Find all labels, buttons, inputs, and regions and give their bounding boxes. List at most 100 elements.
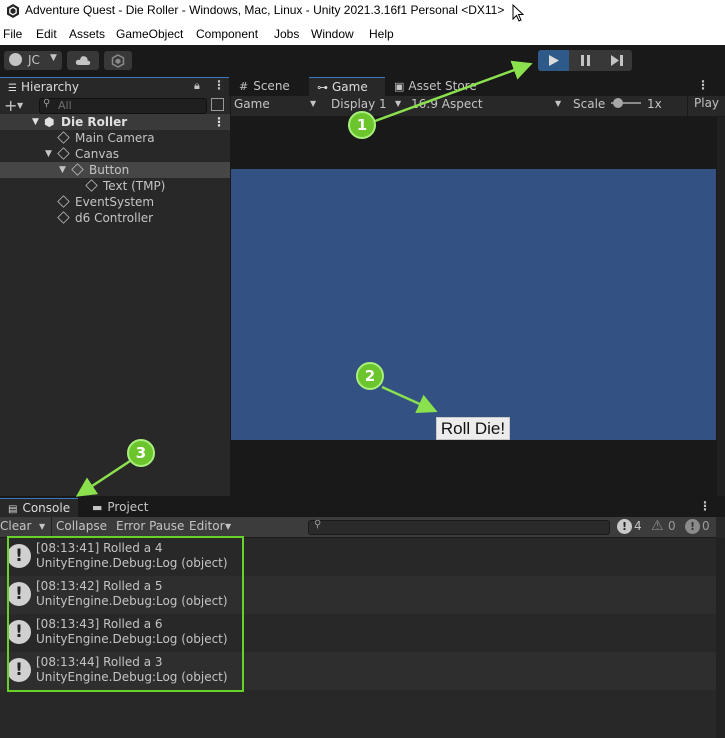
hierarchy-item[interactable]: d6 Controller [0, 210, 230, 226]
search-placeholder: All [58, 99, 72, 112]
search-icon: ⚲ [43, 98, 51, 109]
play-focused-dropdown[interactable]: Play [687, 96, 725, 116]
editor-dropdown[interactable]: Editor [189, 519, 225, 533]
menu-assets[interactable]: Assets [69, 27, 105, 41]
play-button[interactable] [538, 50, 569, 71]
error-pause-toggle[interactable]: Error Pause [116, 519, 184, 533]
log-entries-highlight [7, 536, 244, 692]
mouse-cursor-icon [512, 4, 524, 22]
scale-value: 1x [647, 97, 662, 111]
lock-icon[interactable]: 🔒︎ [194, 79, 200, 93]
aspect-dropdown[interactable]: 16:9 Aspect ▼ [411, 97, 564, 114]
hierarchy-panel: ☰ Hierarchy 🔒︎ ⋮ + ▼ ⚲ All ▼ ⬢ Die Roller… [0, 76, 230, 496]
clear-button[interactable]: Clear [0, 519, 31, 533]
step-button[interactable] [601, 50, 632, 71]
console-icon: ▤ [8, 504, 18, 515]
collab-icon [111, 54, 125, 68]
gameobject-icon [71, 163, 84, 176]
toolbar-divider [51, 517, 52, 537]
console-search-input[interactable]: ⚲ [308, 519, 610, 535]
error-count: 0 [702, 519, 710, 533]
menu-edit[interactable]: Edit [36, 27, 57, 41]
gamepad-icon: ⊶ [317, 81, 328, 94]
playmode-controls [538, 50, 632, 71]
tab-game[interactable]: ⊶ Game [309, 77, 385, 96]
folder-icon: ▬ [92, 501, 103, 514]
console-tabbar: ▤ Console ▬ Project ⋮ [0, 497, 725, 517]
scene-visibility-icon[interactable] [211, 98, 224, 111]
scale-slider-thumb[interactable] [613, 98, 623, 108]
chevron-down-icon[interactable]: ▼ [225, 522, 231, 531]
chevron-down-icon[interactable]: ▼ [17, 101, 23, 110]
kebab-menu-icon[interactable]: ⋮ [213, 114, 225, 130]
chevron-down-icon[interactable]: ▼ [39, 522, 45, 531]
hierarchy-item[interactable]: EventSystem [0, 194, 230, 210]
callout-badge-2: 2 [356, 362, 384, 390]
step-icon [611, 55, 623, 66]
shopping-bag-icon: ▣ [394, 80, 405, 93]
console-scrollbar[interactable] [716, 538, 725, 738]
hierarchy-item[interactable]: Text (TMP) [0, 178, 230, 194]
warning-count: 0 [668, 519, 676, 533]
chevron-down-icon: ▼ [45, 149, 52, 159]
chevron-down-icon: ▼ [395, 99, 402, 108]
play-icon [549, 55, 559, 66]
menu-help[interactable]: Help [369, 27, 394, 41]
chevron-down-icon: ▼ [32, 117, 39, 127]
scale-slider[interactable] [611, 98, 641, 108]
collab-button[interactable] [104, 51, 132, 70]
kebab-menu-icon[interactable]: ⋮ [699, 499, 711, 513]
menu-window[interactable]: Window [311, 27, 354, 41]
hierarchy-item[interactable]: Main Camera [0, 130, 230, 146]
gameobject-icon [57, 131, 70, 144]
hierarchy-tabbar: ☰ Hierarchy 🔒︎ ⋮ [0, 76, 230, 96]
list-icon: ☰ [8, 83, 17, 94]
menu-component[interactable]: Component [196, 27, 258, 41]
tab-project[interactable]: ▬ Project [84, 498, 156, 517]
grid-icon: # [239, 80, 249, 93]
warning-icon: ⚠ [651, 518, 664, 534]
window-title-bar: Adventure Quest - Die Roller - Windows, … [0, 0, 725, 24]
game-view-toolbar: Game ▼ Display 1 ▼ 16:9 Aspect ▼ Scale 1… [231, 96, 725, 117]
tab-asset-store[interactable]: ▣ Asset Store [386, 77, 485, 96]
hierarchy-item[interactable]: ▼ Canvas [0, 146, 230, 162]
add-icon[interactable]: + [4, 96, 17, 115]
chevron-down-icon: ▼ [555, 99, 562, 108]
game-mode-dropdown[interactable]: Game ▼ [234, 97, 320, 114]
gameobject-icon [57, 147, 70, 160]
game-view-scrollbar[interactable] [717, 117, 725, 496]
cloud-button[interactable] [67, 51, 99, 70]
tab-scene[interactable]: # Scene [231, 77, 298, 96]
collapse-toggle[interactable]: Collapse [56, 519, 107, 533]
scene-name: Die Roller [61, 115, 128, 129]
hierarchy-search-input[interactable]: ⚲ All [39, 98, 207, 114]
menu-file[interactable]: File [3, 27, 22, 41]
center-tabbar: # Scene ⊶ Game ▣ Asset Store ⋮ [231, 76, 725, 96]
account-label: JC [28, 53, 40, 67]
scale-label: Scale [573, 97, 606, 111]
kebab-menu-icon[interactable]: ⋮ [697, 78, 709, 92]
log-count: 4 [634, 519, 642, 533]
game-view-canvas[interactable] [231, 169, 716, 440]
hierarchy-scene-row[interactable]: ▼ ⬢ Die Roller ⋮ [0, 114, 230, 130]
account-icon [9, 53, 22, 66]
callout-badge-1: 1 [348, 111, 376, 139]
roll-die-button[interactable]: Roll Die! [436, 417, 510, 440]
main-toolbar: JC ▼ [0, 45, 725, 75]
kebab-menu-icon[interactable]: ⋮ [213, 78, 225, 92]
callout-badge-3: 3 [127, 439, 155, 467]
window-title: Adventure Quest - Die Roller - Windows, … [25, 3, 505, 17]
chevron-down-icon: ▼ [59, 165, 66, 175]
pause-button[interactable] [570, 50, 601, 71]
hierarchy-item-selected[interactable]: ▼ Button [0, 162, 230, 178]
account-dropdown[interactable]: JC ▼ [4, 51, 62, 70]
chevron-down-icon: ▼ [50, 53, 57, 63]
console-toolbar: Clear ▼ Collapse Error Pause Editor ▼ ⚲ … [0, 517, 716, 538]
gameobject-icon [57, 211, 70, 224]
tab-console[interactable]: ▤ Console [0, 498, 78, 517]
search-icon: ⚲ [314, 519, 322, 530]
error-icon: ! [685, 519, 700, 534]
menu-gameobject[interactable]: GameObject [116, 27, 183, 41]
chevron-down-icon: ▼ [310, 99, 317, 108]
menu-jobs[interactable]: Jobs [274, 27, 299, 41]
